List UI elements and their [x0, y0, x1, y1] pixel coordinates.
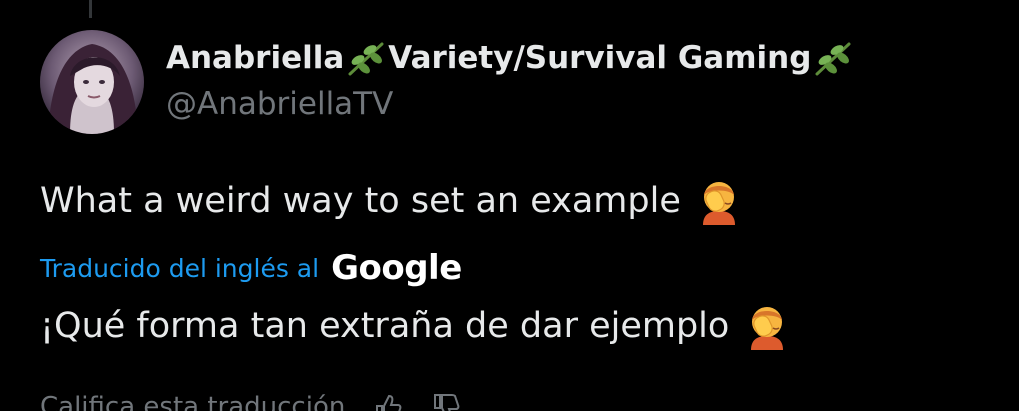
tweet-text: What a weird way to set an example — [40, 177, 743, 225]
rate-translation-label: Califica esta traducción — [40, 392, 346, 411]
translated-text: ¡Qué forma tan extraña de dar ejemplo — [40, 302, 791, 350]
display-name-part2: Variety/Survival Gaming — [388, 40, 812, 76]
translated-from-label[interactable]: Traducido del inglés al — [40, 254, 319, 283]
face-palm-emoji-icon — [751, 307, 784, 350]
author-handle[interactable]: @AnabriellaTV — [166, 86, 393, 122]
google-logo: Google — [331, 248, 462, 288]
translated-text-content: ¡Qué forma tan extraña de dar ejemplo — [40, 306, 730, 346]
face-palm-emoji-icon — [702, 182, 735, 225]
thumbs-down-icon[interactable] — [431, 392, 461, 411]
herb-icon — [348, 42, 384, 76]
display-name-part1: Anabriella — [166, 40, 345, 76]
translation-attribution: Traducido del inglés al Google — [40, 247, 462, 289]
author-name-row[interactable]: Anabriella Variety/Survival Gaming — [166, 34, 855, 82]
avatar[interactable] — [40, 30, 144, 134]
tweet-page: Anabriella Variety/Survival Gaming @Anab… — [0, 0, 1019, 411]
tweet-text-content: What a weird way to set an example — [40, 181, 681, 221]
thumbs-up-icon[interactable] — [373, 392, 403, 411]
herb-icon — [815, 42, 851, 76]
rate-translation-row: Califica esta traducción — [40, 392, 461, 411]
thread-connector-line — [89, 0, 92, 18]
